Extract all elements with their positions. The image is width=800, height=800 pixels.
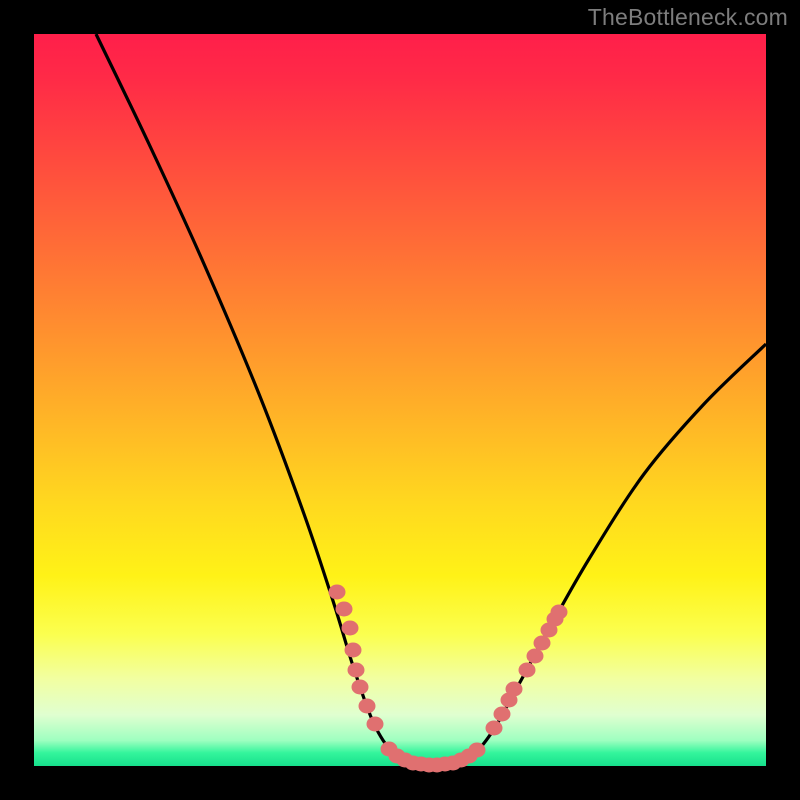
- marker-left: [342, 621, 359, 636]
- marker-left: [367, 717, 384, 732]
- marker-group: [329, 585, 568, 773]
- watermark-label: TheBottleneck.com: [588, 4, 788, 31]
- curve-layer: [34, 34, 766, 766]
- marker-right: [551, 605, 568, 620]
- marker-left: [348, 663, 365, 678]
- marker-left: [336, 602, 353, 617]
- marker-right: [506, 682, 523, 697]
- plot-area: [34, 34, 766, 766]
- marker-left: [359, 699, 376, 714]
- marker-left: [345, 643, 362, 658]
- marker-right: [494, 707, 511, 722]
- marker-right: [519, 663, 536, 678]
- marker-left: [352, 680, 369, 695]
- marker-right: [527, 649, 544, 664]
- marker-left: [329, 585, 346, 600]
- bottleneck-curve: [96, 34, 766, 766]
- marker-bottom: [469, 743, 486, 758]
- marker-right: [486, 721, 503, 736]
- chart-frame: TheBottleneck.com: [0, 0, 800, 800]
- marker-right: [534, 636, 551, 651]
